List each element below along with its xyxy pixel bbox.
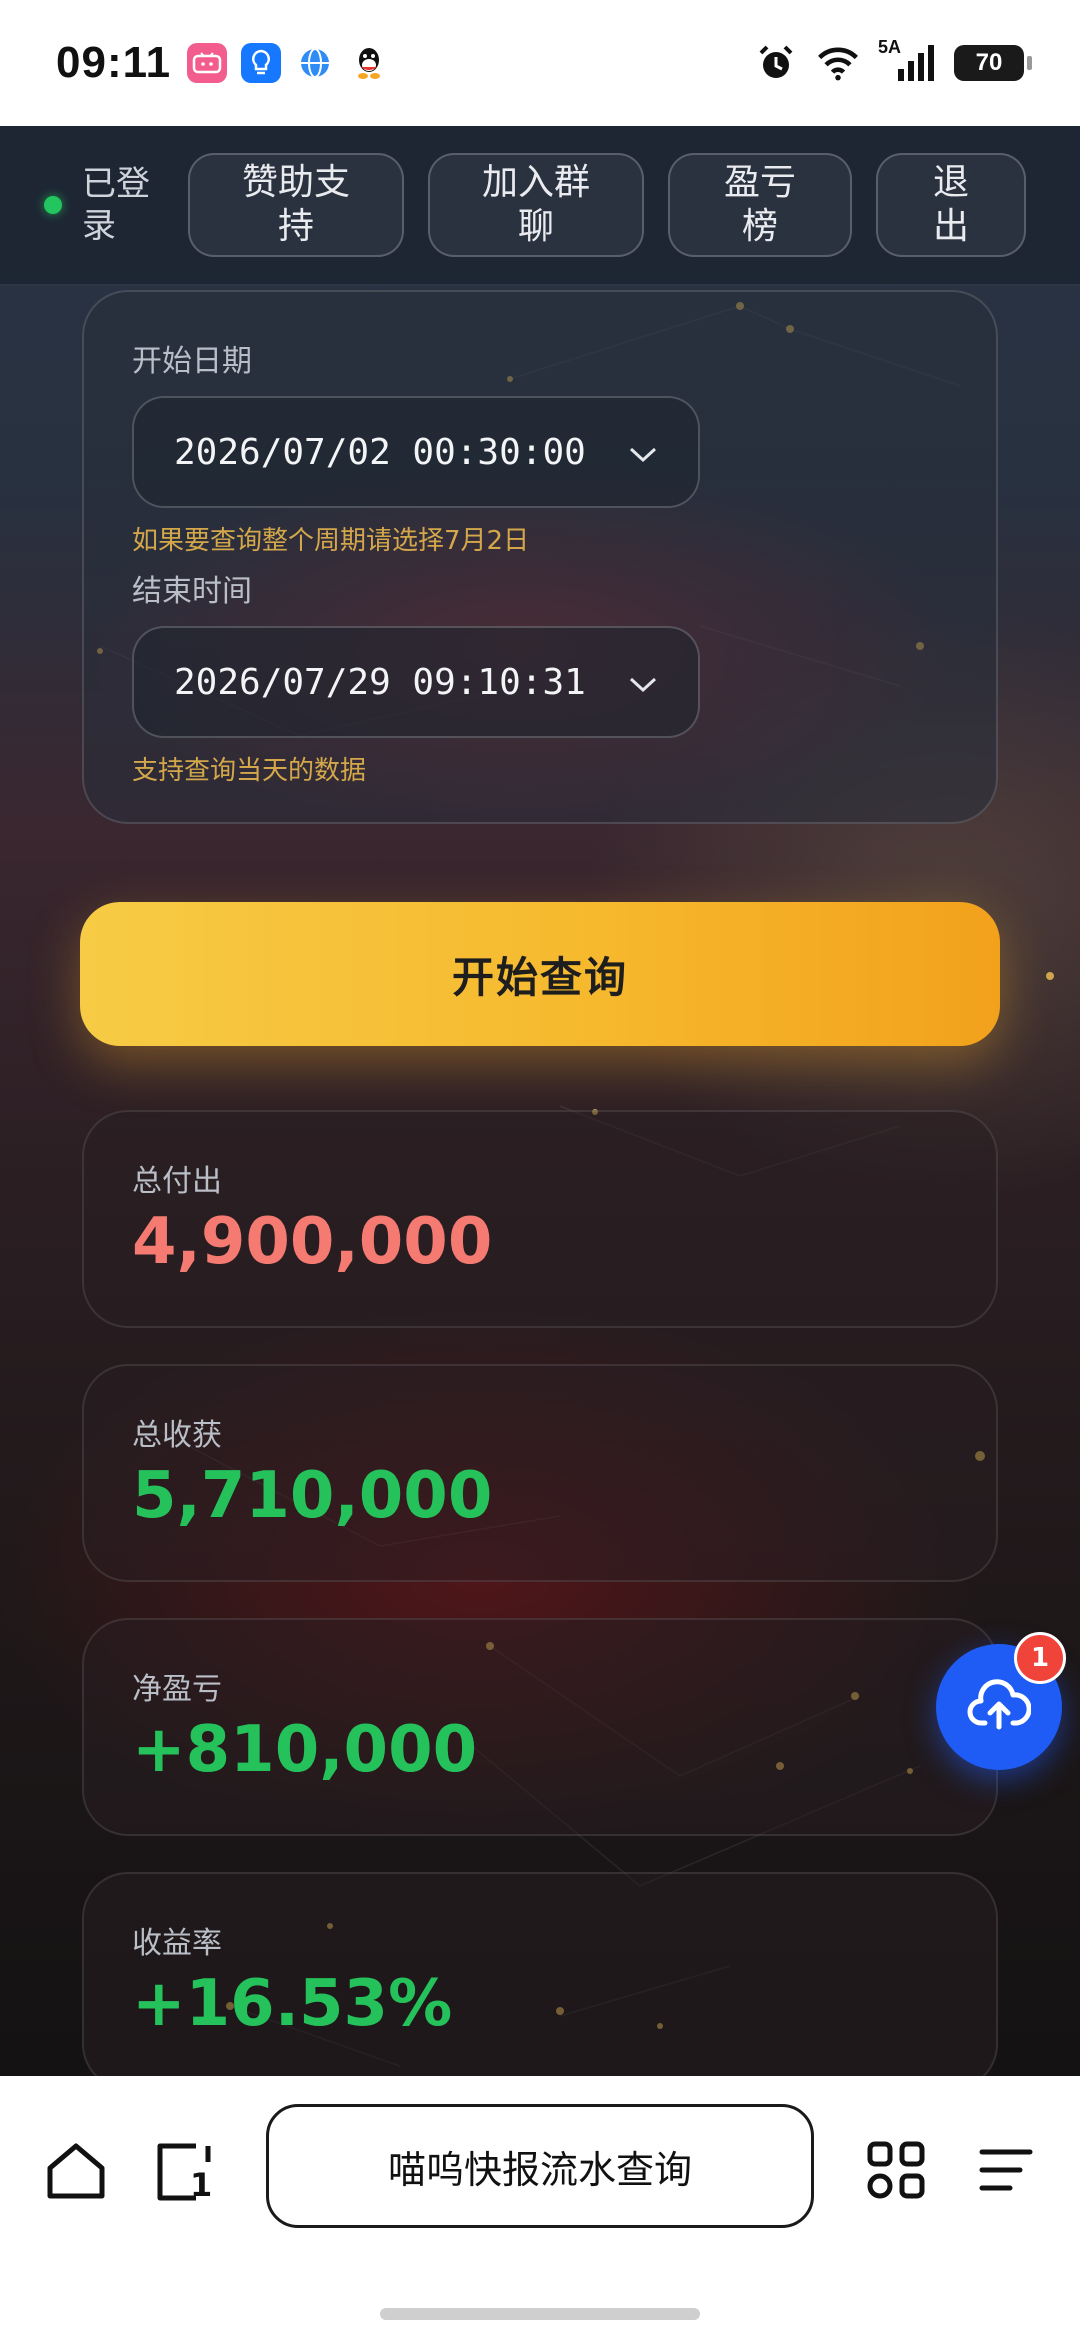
bilibili-icon xyxy=(187,43,228,83)
start-date-value: 2026/07/02 00:30:00 xyxy=(174,431,586,473)
net-profit-value: +810,000 xyxy=(132,1713,478,1787)
total-gain-label: 总收获 xyxy=(132,1418,222,1453)
apps-grid-button[interactable] xyxy=(860,2136,932,2208)
net-profit-label: 净盈亏 xyxy=(132,1672,222,1707)
join-group-chat-button[interactable]: 加入群聊 xyxy=(428,153,644,257)
top-nav-bar: 已登 录 赞助支持 加入群聊 盈亏榜 退出 xyxy=(0,126,1080,286)
battery-level: 70 xyxy=(975,49,1003,76)
total-gain-value: 5,710,000 xyxy=(132,1459,493,1533)
start-date-picker[interactable]: 2026/07/02 00:30:00 xyxy=(132,396,700,508)
chevron-down-icon xyxy=(628,432,658,473)
grid-icon xyxy=(864,2138,928,2206)
end-date-picker[interactable]: 2026/07/29 09:10:31 xyxy=(132,626,700,738)
page-title: 喵呜快报流水查询 xyxy=(387,2147,692,2192)
cloud-upload-button[interactable]: 1 xyxy=(936,1632,1066,1770)
qq-icon xyxy=(349,43,390,83)
status-bar: 09:11 5A 70 xyxy=(0,0,1080,126)
alarm-icon xyxy=(754,41,798,85)
globe-app-icon xyxy=(295,43,336,83)
sponsor-button[interactable]: 赞助支持 xyxy=(188,153,404,257)
browser-bottom-bar: 1 喵呜快报流水查询 xyxy=(0,2076,1080,2340)
menu-icon xyxy=(972,2138,1036,2206)
gesture-home-indicator[interactable] xyxy=(380,2308,700,2320)
chevron-down-icon xyxy=(628,662,658,703)
home-icon xyxy=(44,2138,108,2206)
end-date-hint: 支持查询当天的数据 xyxy=(132,756,367,786)
cellular-signal-icon: 5A xyxy=(878,37,936,85)
return-rate-card: 收益率 +16.53% xyxy=(82,1872,998,2076)
tab-count: 1 xyxy=(190,2166,213,2204)
start-date-label: 开始日期 xyxy=(132,344,252,379)
net-profit-card: 净盈亏 +810,000 xyxy=(82,1618,998,1836)
online-status-dot xyxy=(44,196,62,214)
total-gain-card: 总收获 5,710,000 xyxy=(82,1364,998,1582)
status-time: 09:11 xyxy=(56,38,172,87)
wifi-icon xyxy=(816,41,860,85)
address-bar[interactable]: 喵呜快报流水查询 xyxy=(266,2104,814,2228)
leaderboard-button[interactable]: 盈亏榜 xyxy=(668,153,852,257)
home-button[interactable] xyxy=(40,2136,112,2208)
notification-app-icons xyxy=(187,43,390,83)
notification-badge: 1 xyxy=(1014,1632,1066,1684)
end-date-value: 2026/07/29 09:10:31 xyxy=(174,661,586,703)
login-status-label: 已登 录 xyxy=(82,164,150,246)
total-paid-value: 4,900,000 xyxy=(132,1205,493,1279)
status-right-icons: 5A 70 xyxy=(754,37,1032,85)
start-date-hint: 如果要查询整个周期请选择7月2日 xyxy=(132,526,530,556)
date-range-card: 开始日期 2026/07/02 00:30:00 如果要查询整个周期请选择7月2… xyxy=(82,290,998,824)
tabs-icon: 1 xyxy=(152,2140,216,2204)
web-page: 已登 录 赞助支持 加入群聊 盈亏榜 退出 开始日期 2026/07/02 00… xyxy=(0,126,1080,2076)
start-query-button[interactable]: 开始查询 xyxy=(80,902,1000,1046)
total-paid-card: 总付出 4,900,000 xyxy=(82,1110,998,1328)
tabs-button[interactable]: 1 xyxy=(148,2136,220,2208)
network-type-label: 5A xyxy=(878,37,902,57)
login-status: 已登 录 xyxy=(44,163,164,247)
return-rate-value: +16.53% xyxy=(132,1967,453,2041)
menu-button[interactable] xyxy=(968,2136,1040,2208)
end-date-label: 结束时间 xyxy=(132,574,252,609)
logout-button[interactable]: 退出 xyxy=(876,153,1026,257)
cloud-upload-icon xyxy=(967,1679,1032,1735)
battery-indicator: 70 xyxy=(954,45,1032,81)
bulb-app-icon xyxy=(241,43,282,83)
total-paid-label: 总付出 xyxy=(132,1164,222,1199)
return-rate-label: 收益率 xyxy=(132,1926,222,1961)
